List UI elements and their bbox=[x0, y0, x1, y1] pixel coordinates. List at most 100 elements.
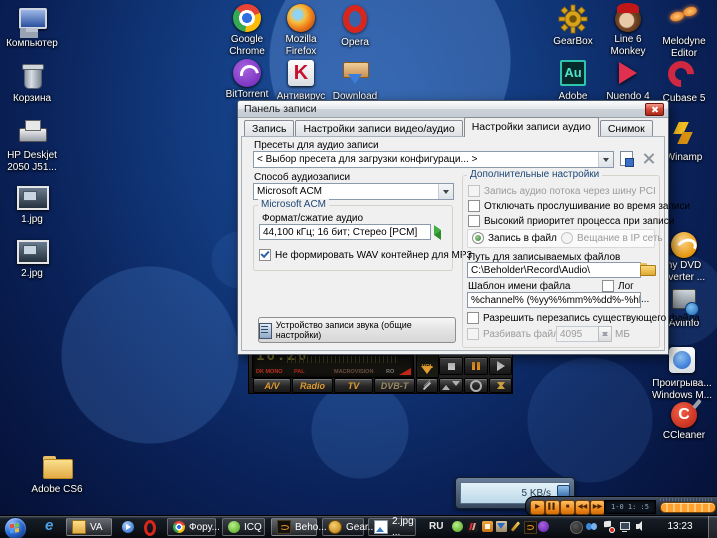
player-stop-button[interactable]: ■ bbox=[560, 500, 575, 515]
tray-volume-icon[interactable] bbox=[636, 521, 647, 532]
taskbar-button-2jpg[interactable]: 2.jpg ... bbox=[368, 516, 416, 538]
checkbox-box[interactable] bbox=[259, 249, 271, 261]
convert-icon[interactable] bbox=[431, 225, 445, 240]
taskbar-clock[interactable]: 13:23 bbox=[662, 521, 698, 532]
channel-updown-button[interactable] bbox=[489, 378, 512, 393]
save-preset-icon[interactable] bbox=[620, 151, 634, 167]
tray-network-icon[interactable] bbox=[619, 521, 630, 532]
path-input[interactable]: C:\Beholder\Record\Audio\ bbox=[467, 262, 641, 278]
desktop-icon-nuendo[interactable]: Nuendo 4 bbox=[596, 59, 660, 103]
split-size-input[interactable]: 4095 bbox=[556, 326, 602, 342]
volume-indicator[interactable]: VOL bbox=[416, 354, 439, 378]
checkbox-box[interactable] bbox=[602, 280, 614, 292]
checkbox-label: Лог bbox=[618, 280, 634, 292]
tray-tv-tuner-icon[interactable] bbox=[482, 521, 493, 532]
tray-beholder-icon[interactable] bbox=[524, 521, 537, 534]
desktop-icon-computer[interactable]: Компьютер bbox=[0, 6, 64, 50]
tab-video-audio-settings[interactable]: Настройки записи видео/аудио bbox=[295, 120, 463, 137]
tray-bittorrent-icon[interactable] bbox=[538, 521, 549, 532]
checkbox-box[interactable] bbox=[468, 185, 480, 197]
desktop-icon-label: Проигрыва... Windows M... bbox=[651, 378, 712, 401]
av-mode-button[interactable]: A/V bbox=[253, 378, 291, 393]
overwrite-checkbox[interactable]: Разрешить перезапись существующего файла bbox=[467, 312, 700, 324]
radio-mode-button[interactable]: Radio bbox=[292, 378, 333, 393]
player-prev-button[interactable]: ◀◀ bbox=[575, 500, 590, 515]
stop-button[interactable] bbox=[439, 357, 463, 375]
tab-audio-settings[interactable]: Настройки записи аудио bbox=[463, 117, 599, 137]
checkbox-box[interactable] bbox=[467, 328, 479, 340]
format-input[interactable]: 44,100 кГц; 16 бит; Стерео [PCM] bbox=[259, 224, 431, 240]
player-volume-slider[interactable] bbox=[660, 502, 716, 513]
play-button[interactable] bbox=[489, 357, 512, 375]
log-checkbox[interactable]: Лог bbox=[602, 280, 634, 292]
more-button[interactable]: ... bbox=[641, 294, 649, 305]
chevron-down-icon[interactable] bbox=[598, 152, 613, 167]
language-indicator[interactable]: RU bbox=[429, 521, 443, 532]
desktop-icon-recycle-bin[interactable]: Корзина bbox=[0, 61, 64, 105]
open-folder-icon[interactable] bbox=[640, 263, 656, 276]
mini-player-bar: ▶ ▌▌ ■ ◀◀ ▶▶ 1-0 1: :5 bbox=[525, 496, 717, 517]
desktop-icon-line6-monkey[interactable]: Line 6 Monkey bbox=[596, 3, 660, 58]
taskbar-button-beholder[interactable]: Beho... bbox=[271, 518, 327, 536]
checkbox-box[interactable] bbox=[468, 215, 480, 227]
desktop-icon-ccleaner[interactable]: C CCleaner bbox=[652, 400, 716, 442]
start-button[interactable] bbox=[4, 517, 27, 538]
desktop-icon-1jpg[interactable]: 1.jpg bbox=[0, 182, 64, 226]
desktop-icon-opera[interactable]: Opera bbox=[323, 4, 387, 49]
desktop-icon-printer[interactable]: HP Deskjet 2050 J51... bbox=[0, 118, 64, 174]
tab-zapis[interactable]: Запись bbox=[244, 120, 295, 137]
pause-button[interactable] bbox=[464, 357, 488, 375]
radio-circle[interactable] bbox=[472, 232, 484, 244]
checkbox-box[interactable] bbox=[467, 312, 479, 324]
tray-utorrent-icon[interactable] bbox=[570, 521, 583, 534]
taskbar-button-icq[interactable]: ICQ bbox=[222, 518, 265, 536]
channels-button[interactable] bbox=[439, 378, 463, 393]
tray-download-master-icon[interactable] bbox=[496, 521, 507, 532]
options-button[interactable] bbox=[464, 378, 488, 393]
tray-icq-icon[interactable] bbox=[452, 521, 463, 532]
wmp-taskbar-icon[interactable] bbox=[122, 521, 134, 533]
taskbar-button-va[interactable]: VA bbox=[66, 518, 112, 536]
dvd-converter-icon bbox=[671, 232, 697, 258]
desktop-icon-cubase[interactable]: Cubase 5 bbox=[652, 55, 716, 105]
tray-search-icon[interactable] bbox=[586, 521, 597, 532]
desktop-icon-adobe-cs6[interactable]: Adobe CS6 bbox=[25, 452, 89, 496]
player-play-button[interactable]: ▶ bbox=[530, 500, 545, 515]
desktop-icon-download[interactable]: Download bbox=[323, 59, 387, 103]
sound-device-button[interactable]: Устройство записи звука (общие настройки… bbox=[258, 317, 456, 343]
taskbar-button-gearbox[interactable]: Gear... bbox=[322, 518, 376, 536]
taskbar-button-label: VA bbox=[90, 521, 103, 533]
preset-combobox[interactable]: < Выбор пресета для загрузки конфигураци… bbox=[253, 151, 614, 168]
tray-action-center-icon[interactable] bbox=[603, 521, 615, 533]
settings-wrench-button[interactable] bbox=[416, 378, 438, 393]
player-pause-button[interactable]: ▌▌ bbox=[545, 500, 560, 515]
tv-mode-button[interactable]: TV bbox=[334, 378, 373, 393]
opera-taskbar-icon[interactable] bbox=[144, 520, 156, 536]
dialog-titlebar[interactable]: Панель записи bbox=[238, 101, 668, 118]
wav-container-checkbox[interactable]: Не формировать WAV контейнер для MP3 bbox=[259, 249, 472, 261]
record-to-file-radio[interactable]: Запись в файл bbox=[472, 232, 557, 244]
pci-checkbox[interactable]: Запись аудио потока через шину PCI bbox=[468, 185, 656, 197]
chevron-down-icon[interactable] bbox=[438, 184, 453, 199]
high-priority-checkbox[interactable]: Высокий приоритет процесса при записи bbox=[468, 215, 674, 227]
tab-snapshot[interactable]: Снимок bbox=[599, 120, 653, 137]
show-desktop-button[interactable] bbox=[708, 516, 717, 538]
tray-pencil-icon[interactable] bbox=[510, 521, 521, 532]
desktop-icon-melodyne[interactable]: Melodyne Editor bbox=[652, 4, 716, 60]
delete-preset-icon[interactable] bbox=[642, 152, 655, 165]
radio-circle[interactable] bbox=[561, 232, 573, 244]
desktop-icon-2jpg[interactable]: 2.jpg bbox=[0, 236, 64, 280]
dvbt-mode-button[interactable]: DVB-T bbox=[374, 378, 415, 393]
taskbar-button-forum[interactable]: Фору... bbox=[167, 518, 220, 536]
close-icon[interactable] bbox=[645, 103, 664, 116]
mute-monitor-checkbox[interactable]: Отключать прослушивание во время записи bbox=[468, 200, 690, 212]
split-size-spinner[interactable] bbox=[598, 326, 612, 342]
tray-kaspersky-icon[interactable] bbox=[467, 521, 478, 532]
checkbox-box[interactable] bbox=[468, 200, 480, 212]
ie-icon[interactable]: e bbox=[45, 518, 60, 535]
ip-broadcast-radio[interactable]: Вещание в IP сеть bbox=[561, 232, 663, 244]
player-next-button[interactable]: ▶▶ bbox=[590, 500, 605, 515]
audio-method-combobox[interactable]: Microsoft ACM bbox=[253, 183, 454, 200]
windows-logo-icon bbox=[10, 523, 14, 529]
filename-template-input[interactable]: %channel% (%yy%%mm%%dd%-%hh%%nn% bbox=[467, 292, 641, 308]
